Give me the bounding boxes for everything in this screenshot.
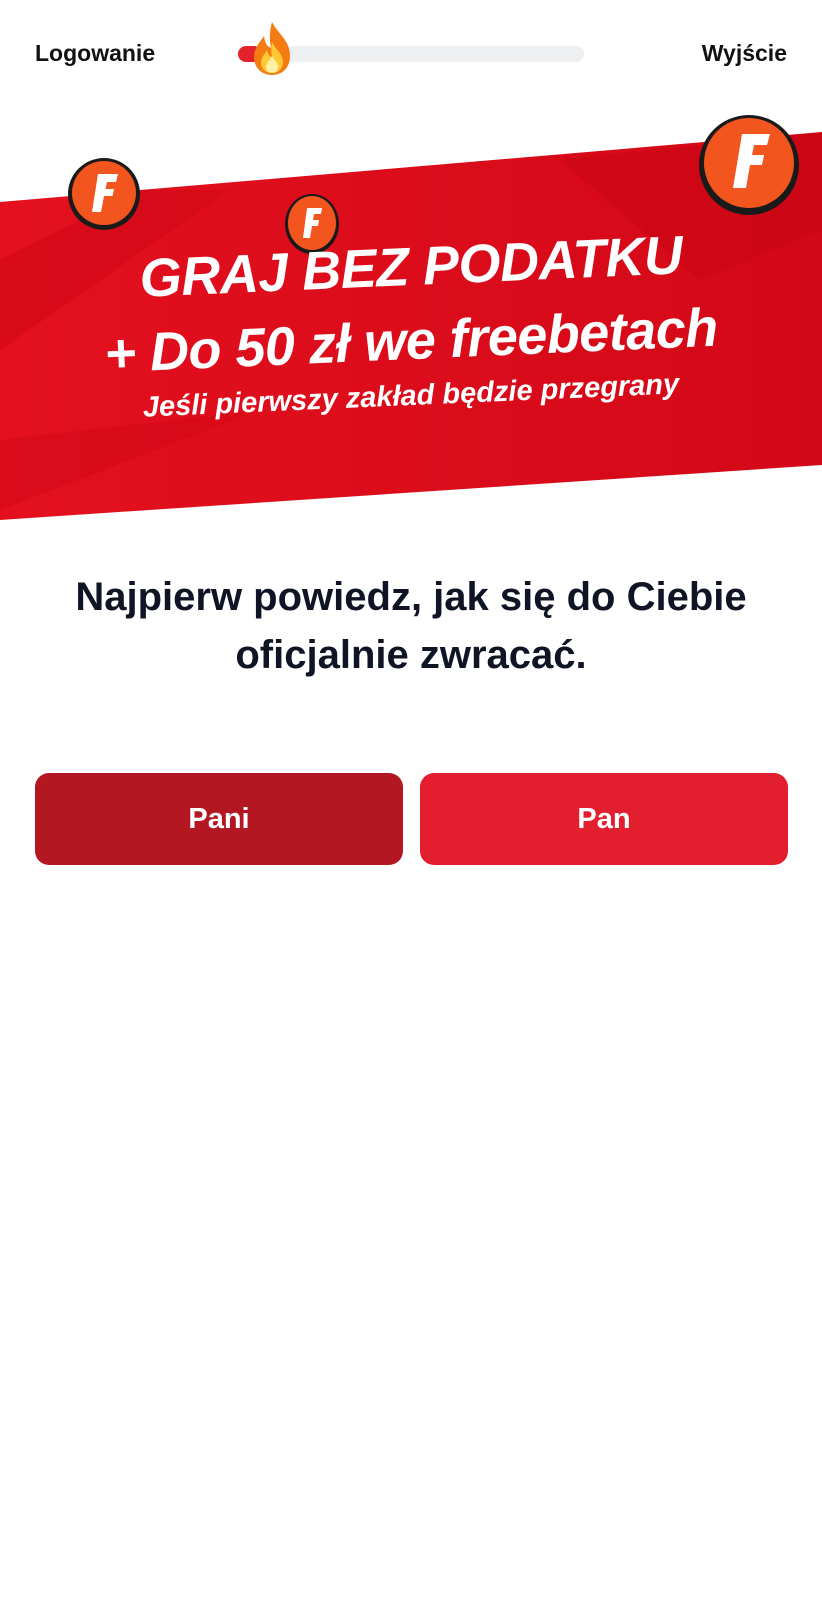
exit-link[interactable]: Wyjście: [702, 40, 787, 67]
pan-button[interactable]: Pan: [420, 773, 788, 865]
login-link[interactable]: Logowanie: [35, 40, 155, 67]
top-bar: Logowanie Wyjście: [0, 0, 822, 110]
coin-icon: [699, 115, 799, 215]
pani-button[interactable]: Pani: [35, 773, 403, 865]
flame-icon: [254, 22, 290, 75]
promo-banner[interactable]: GRAJ BEZ PODATKU + Do 50 zł we freebetac…: [0, 110, 822, 530]
question-heading: Najpierw powiedz, jak się do Ciebie ofic…: [75, 575, 747, 677]
coin-icon: [68, 158, 140, 230]
